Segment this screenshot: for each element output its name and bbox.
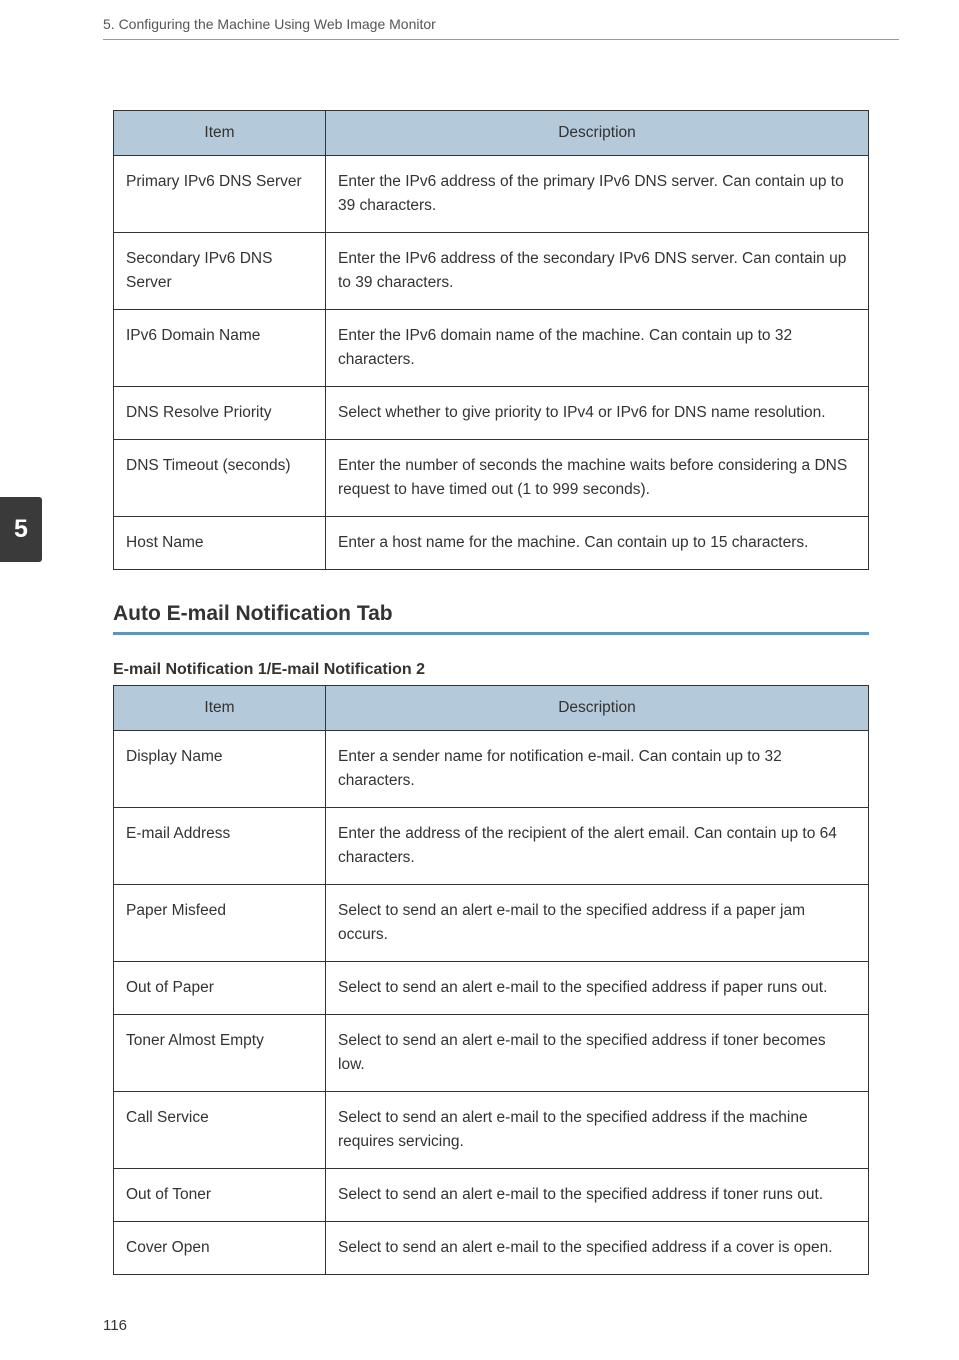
- table-header-row: Item Description: [114, 111, 869, 156]
- breadcrumb: 5. Configuring the Machine Using Web Ima…: [103, 16, 436, 32]
- cell-desc: Select to send an alert e-mail to the sp…: [326, 1222, 869, 1275]
- cell-desc: Enter the IPv6 address of the secondary …: [326, 233, 869, 310]
- sub-heading: E-mail Notification 1/E-mail Notificatio…: [113, 661, 869, 679]
- cell-item: Out of Toner: [114, 1169, 326, 1222]
- table-row: Toner Almost Empty Select to send an ale…: [114, 1015, 869, 1092]
- cell-item: Secondary IPv6 DNS Server: [114, 233, 326, 310]
- cell-desc: Select to send an alert e-mail to the sp…: [326, 1015, 869, 1092]
- cell-item: Call Service: [114, 1092, 326, 1169]
- column-header-description: Description: [326, 686, 869, 731]
- cell-desc: Enter the number of seconds the machine …: [326, 440, 869, 517]
- table-row: IPv6 Domain Name Enter the IPv6 domain n…: [114, 310, 869, 387]
- table-row: DNS Timeout (seconds) Enter the number o…: [114, 440, 869, 517]
- cell-desc: Enter the IPv6 address of the primary IP…: [326, 156, 869, 233]
- table-row: Out of Toner Select to send an alert e-m…: [114, 1169, 869, 1222]
- cell-desc: Select to send an alert e-mail to the sp…: [326, 885, 869, 962]
- table-row: Out of Paper Select to send an alert e-m…: [114, 962, 869, 1015]
- cell-item: Cover Open: [114, 1222, 326, 1275]
- cell-item: Toner Almost Empty: [114, 1015, 326, 1092]
- page-header: 5. Configuring the Machine Using Web Ima…: [103, 16, 899, 40]
- cell-desc: Select to send an alert e-mail to the sp…: [326, 962, 869, 1015]
- email-notification-table: Item Description Display Name Enter a se…: [113, 685, 869, 1275]
- section-heading: Auto E-mail Notification Tab: [113, 602, 869, 635]
- cell-desc: Enter a sender name for notification e-m…: [326, 731, 869, 808]
- table-row: E-mail Address Enter the address of the …: [114, 808, 869, 885]
- table-row: Cover Open Select to send an alert e-mai…: [114, 1222, 869, 1275]
- content-area: Item Description Primary IPv6 DNS Server…: [113, 110, 869, 1305]
- table-row: Call Service Select to send an alert e-m…: [114, 1092, 869, 1169]
- chapter-tab: 5: [0, 497, 42, 562]
- column-header-description: Description: [326, 111, 869, 156]
- table-row: DNS Resolve Priority Select whether to g…: [114, 387, 869, 440]
- cell-item: DNS Timeout (seconds): [114, 440, 326, 517]
- table-row: Host Name Enter a host name for the mach…: [114, 517, 869, 570]
- cell-desc: Enter a host name for the machine. Can c…: [326, 517, 869, 570]
- table-row: Display Name Enter a sender name for not…: [114, 731, 869, 808]
- cell-desc: Enter the IPv6 domain name of the machin…: [326, 310, 869, 387]
- cell-item: Out of Paper: [114, 962, 326, 1015]
- column-header-item: Item: [114, 686, 326, 731]
- cell-desc: Select to send an alert e-mail to the sp…: [326, 1092, 869, 1169]
- cell-item: Display Name: [114, 731, 326, 808]
- table-header-row: Item Description: [114, 686, 869, 731]
- chapter-number: 5: [14, 515, 28, 544]
- table-row: Secondary IPv6 DNS Server Enter the IPv6…: [114, 233, 869, 310]
- table-row: Paper Misfeed Select to send an alert e-…: [114, 885, 869, 962]
- table-row: Primary IPv6 DNS Server Enter the IPv6 a…: [114, 156, 869, 233]
- dns-settings-table: Item Description Primary IPv6 DNS Server…: [113, 110, 869, 570]
- cell-item: Paper Misfeed: [114, 885, 326, 962]
- cell-item: E-mail Address: [114, 808, 326, 885]
- cell-desc: Enter the address of the recipient of th…: [326, 808, 869, 885]
- cell-item: IPv6 Domain Name: [114, 310, 326, 387]
- cell-item: Primary IPv6 DNS Server: [114, 156, 326, 233]
- cell-desc: Select whether to give priority to IPv4 …: [326, 387, 869, 440]
- column-header-item: Item: [114, 111, 326, 156]
- cell-item: DNS Resolve Priority: [114, 387, 326, 440]
- cell-item: Host Name: [114, 517, 326, 570]
- cell-desc: Select to send an alert e-mail to the sp…: [326, 1169, 869, 1222]
- page-number: 116: [103, 1317, 127, 1334]
